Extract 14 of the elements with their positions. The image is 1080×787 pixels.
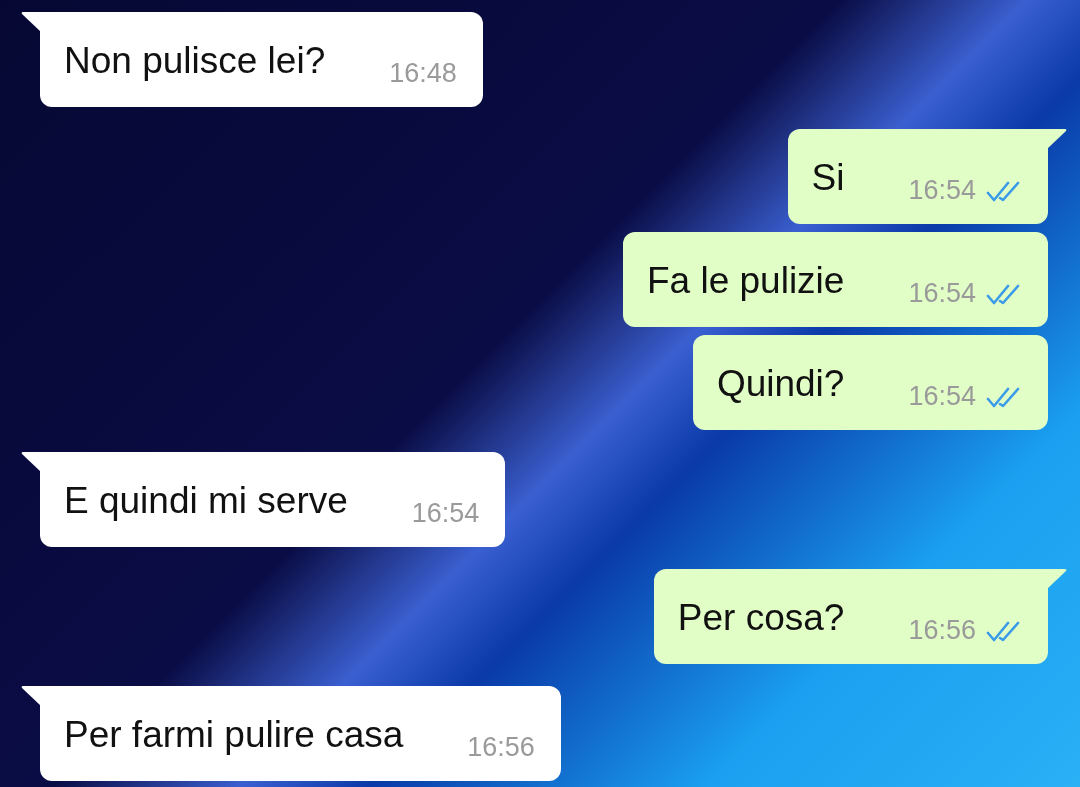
message-time: 16:54 — [908, 383, 976, 410]
message-text: Non pulisce lei? — [64, 42, 326, 79]
message-text: E quindi mi serve — [64, 482, 348, 519]
message-time: 16:54 — [411, 500, 480, 527]
message-text: Si — [811, 159, 845, 196]
message-time: 16:54 — [908, 177, 976, 204]
message-text: Per farmi pulire casa — [64, 716, 404, 753]
message-text: Fa le pulizie — [647, 262, 845, 299]
message-text: Quindi? — [716, 365, 845, 402]
message-text: Per cosa? — [677, 599, 845, 636]
message-time: 16:56 — [467, 734, 535, 761]
message-time: 16:56 — [908, 617, 976, 644]
message-time: 16:54 — [908, 280, 976, 307]
message-time: 16:48 — [389, 60, 457, 87]
